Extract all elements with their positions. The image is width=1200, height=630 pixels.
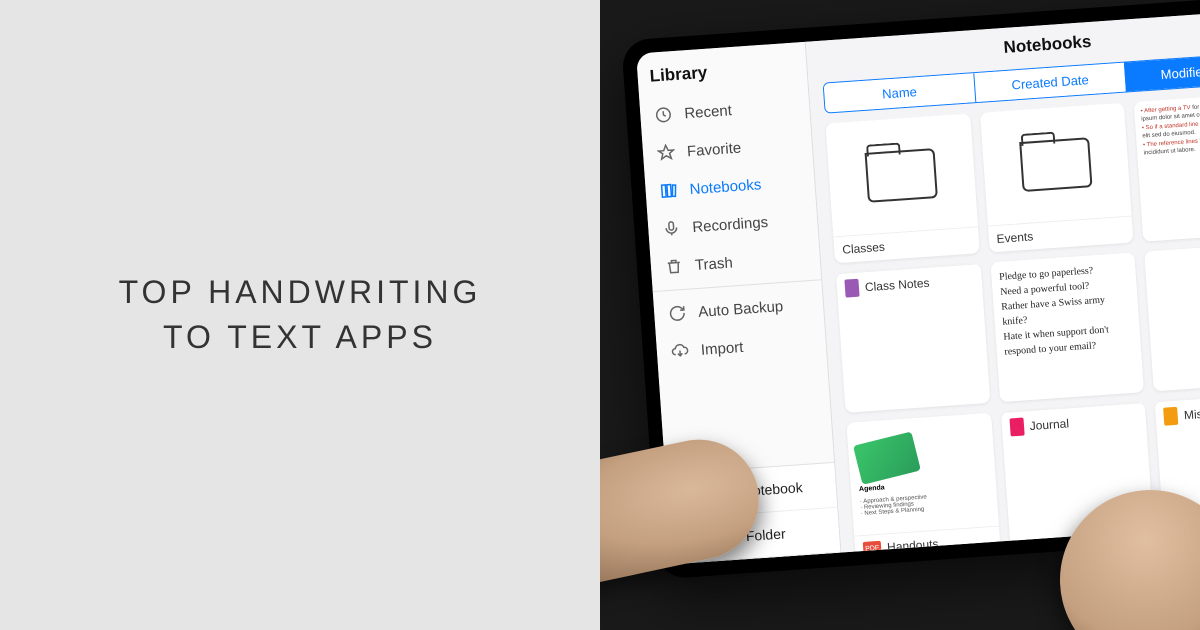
card-label: Class Notes	[864, 276, 930, 294]
notebook-notes[interactable]: • After getting a TV for your own purcha…	[1134, 92, 1200, 242]
notebook-handouts[interactable]: Agenda · Approach & perspective · Review…	[846, 413, 1000, 553]
handout-thumb-icon	[853, 431, 921, 484]
segment-modified[interactable]: Modified Date	[1124, 52, 1200, 91]
segment-created[interactable]: Created Date	[973, 63, 1126, 102]
promo-left-panel: TOP HANDWRITING TO TEXT APPS	[0, 0, 600, 630]
book-icon	[844, 279, 859, 298]
notebook-grid: Classes Events • After getting a TV for …	[811, 91, 1200, 553]
sidebar-item-label: Auto Backup	[698, 298, 784, 321]
headline-line1: TOP HANDWRITING	[119, 270, 482, 315]
folder-classes[interactable]: Classes	[825, 114, 979, 264]
sidebar-item-label: Trash	[694, 254, 733, 274]
sidebar-item-label: Notebooks	[689, 176, 762, 198]
book-icon	[1009, 418, 1024, 437]
segment-name[interactable]: Name	[824, 73, 976, 112]
folder-icon	[1019, 137, 1092, 192]
notebook-locked[interactable]	[1144, 242, 1200, 392]
headline-line2: TO TEXT APPS	[119, 315, 482, 360]
mic-icon	[660, 219, 683, 238]
backup-icon	[666, 304, 689, 323]
sidebar-item-label: Import	[700, 338, 744, 358]
card-label: Handouts	[887, 537, 939, 553]
books-icon	[657, 181, 680, 200]
agenda-title: Agenda	[859, 484, 885, 493]
cloud-down-icon	[668, 342, 691, 361]
notebook-handwriting[interactable]: Pledge to go paperless? Need a powerful …	[990, 252, 1144, 402]
sidebar-item-label: Recordings	[692, 213, 769, 235]
card-label: Events	[996, 229, 1034, 246]
device-photo-area: Library Recent Favorite	[600, 0, 1200, 630]
headline: TOP HANDWRITING TO TEXT APPS	[119, 270, 482, 360]
notes-preview: • After getting a TV for your own purcha…	[1134, 92, 1200, 164]
main-content: Notebooks Name Created Date Modified Dat…	[806, 8, 1200, 552]
card-label: Journal	[1029, 416, 1069, 433]
folder-events[interactable]: Events	[980, 103, 1134, 253]
folder-icon	[865, 148, 938, 203]
trash-icon	[662, 257, 685, 276]
sidebar-item-label: Recent	[684, 102, 733, 122]
clock-icon	[652, 105, 675, 124]
card-label: Misc Items	[1184, 404, 1200, 422]
card-label: Classes	[842, 240, 886, 257]
sidebar-item-label: Favorite	[686, 139, 741, 160]
star-icon	[654, 143, 677, 162]
handwriting-preview: Pledge to go paperless? Need a powerful …	[990, 252, 1142, 368]
pdf-icon: PDF	[863, 541, 882, 553]
notebook-class-notes[interactable]: Class Notes	[836, 263, 990, 413]
book-icon	[1163, 407, 1178, 426]
agenda-items: · Approach & perspective · Reviewing fin…	[860, 494, 928, 517]
